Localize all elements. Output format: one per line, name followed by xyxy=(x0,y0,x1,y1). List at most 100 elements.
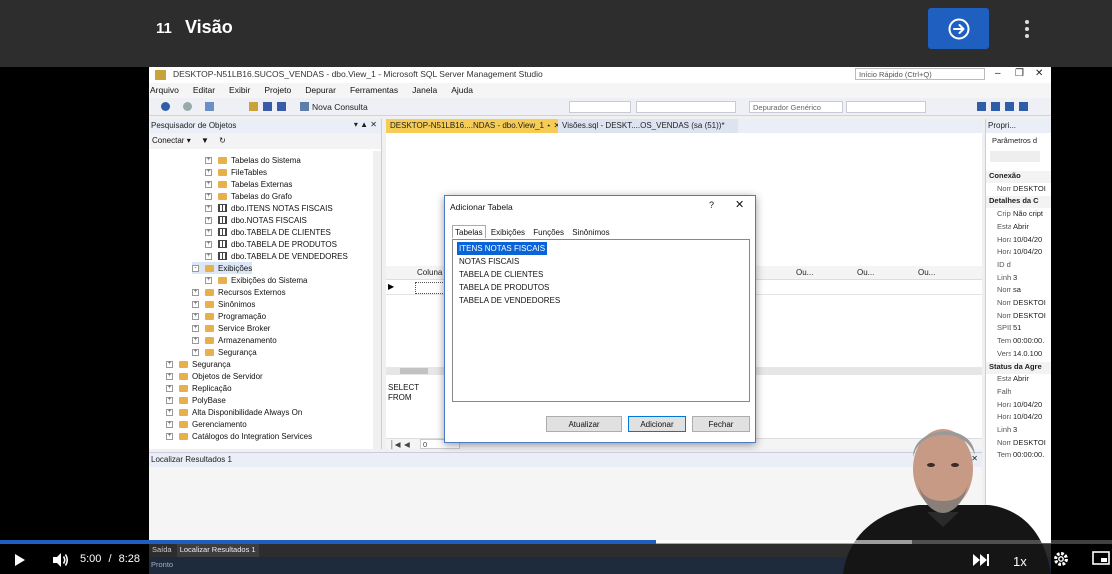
close-button[interactable]: Fechar xyxy=(692,416,750,432)
prev-record-icon[interactable]: ◀ xyxy=(404,440,410,449)
property-row[interactable]: Hora10/04/20 xyxy=(986,400,1051,412)
tree-node[interactable]: + Gerenciamento xyxy=(166,418,247,430)
property-row[interactable]: Versã14.0.100 xyxy=(986,349,1051,361)
filter-icon[interactable]: ▼ xyxy=(201,136,209,145)
tree-node[interactable]: + Objetos de Servidor xyxy=(166,370,263,382)
expand-icon[interactable]: + xyxy=(205,276,212,284)
expand-icon[interactable]: + xyxy=(166,420,173,428)
volume-icon[interactable] xyxy=(50,550,70,574)
close-dialog-icon[interactable]: ✕ xyxy=(735,198,744,211)
tree-node[interactable]: + dbo.TABELA DE VENDEDORES xyxy=(205,250,348,262)
tree-node[interactable]: + dbo.NOTAS FISCAIS xyxy=(205,214,307,226)
next-lesson-button[interactable] xyxy=(928,8,989,49)
expand-icon[interactable]: + xyxy=(166,432,173,440)
expand-icon[interactable]: + xyxy=(205,192,212,200)
tree-node[interactable]: + Tabelas Externas xyxy=(205,178,292,190)
tree-node[interactable]: + Exibições do Sistema xyxy=(205,274,307,286)
new-query-icon[interactable] xyxy=(300,102,309,111)
tree-node[interactable]: + Catálogos do Integration Services xyxy=(166,430,312,442)
settings-gear-icon[interactable] xyxy=(1052,550,1070,573)
expand-icon[interactable]: + xyxy=(205,228,212,236)
tab-exibicoes[interactable]: Exibições xyxy=(488,225,528,238)
expand-icon[interactable]: + xyxy=(192,300,199,308)
dropdown-icon[interactable]: ▾ xyxy=(187,136,191,145)
expand-icon[interactable]: + xyxy=(205,216,212,224)
list-item[interactable]: TABELA DE VENDEDORES xyxy=(457,294,745,307)
play-icon[interactable] xyxy=(12,550,28,574)
expand-icon[interactable]: + xyxy=(205,252,212,260)
add-button[interactable]: Adicionar xyxy=(628,416,686,432)
tree-node[interactable]: + PolyBase xyxy=(166,394,226,406)
tab-visoes-sql[interactable]: Visões.sql - DESKT....OS_VENDAS (sa (51)… xyxy=(558,119,738,133)
list-item[interactable]: NOTAS FISCAIS xyxy=(457,255,745,268)
menu-item[interactable]: Projeto xyxy=(264,83,291,95)
menu-item[interactable]: Janela xyxy=(412,83,437,95)
tree-node[interactable]: + Service Broker xyxy=(192,322,270,334)
property-row[interactable]: Hora10/04/20 xyxy=(986,247,1051,259)
tree-node[interactable]: + Tabelas do Sistema xyxy=(205,154,301,166)
expand-icon[interactable]: + xyxy=(205,240,212,248)
expand-icon[interactable]: + xyxy=(166,360,173,368)
expand-icon[interactable]: + xyxy=(192,324,199,332)
tree-node[interactable]: + dbo.ITENS NOTAS FISCAIS xyxy=(205,202,333,214)
property-row[interactable]: Temp00:00:00. xyxy=(986,336,1051,348)
open-file-icon[interactable] xyxy=(249,102,258,111)
expand-icon[interactable]: + xyxy=(192,336,199,344)
expand-icon[interactable]: + xyxy=(205,180,212,188)
target-select[interactable] xyxy=(846,101,926,113)
designer-results-icon[interactable] xyxy=(1019,102,1028,111)
save-all-icon[interactable] xyxy=(277,102,286,111)
refresh-button[interactable]: Atualizar xyxy=(546,416,622,432)
menu-item[interactable]: Ferramentas xyxy=(350,83,398,95)
list-item[interactable]: ITENS NOTAS FISCAIS xyxy=(457,242,548,255)
tab-sinonimos[interactable]: Sinônimos xyxy=(569,225,612,238)
menu-item[interactable]: Ajuda xyxy=(451,83,473,95)
minimize-icon[interactable]: – xyxy=(995,68,1001,79)
list-item[interactable]: TABELA DE PRODUTOS xyxy=(457,281,745,294)
restore-icon[interactable]: ❐ xyxy=(1015,68,1024,79)
close-window-icon[interactable]: ✕ xyxy=(1035,68,1043,79)
property-row[interactable]: Linha3 xyxy=(986,273,1051,285)
pin-icon[interactable]: ⋆ xyxy=(546,121,551,130)
property-row[interactable]: SPID51 xyxy=(986,323,1051,335)
tree-node[interactable]: + Replicação xyxy=(166,382,232,394)
property-row[interactable]: CriptNão cript xyxy=(986,209,1051,221)
playback-speed-button[interactable]: 1x xyxy=(1013,554,1027,569)
menu-item[interactable]: Arquivo xyxy=(150,83,179,95)
tree-node[interactable]: + Sinônimos xyxy=(192,298,255,310)
skip-forward-icon[interactable] xyxy=(971,550,991,574)
seek-bar[interactable] xyxy=(0,540,1112,544)
designer-sql-icon[interactable] xyxy=(1005,102,1014,111)
tree-node[interactable]: + dbo.TABELA DE CLIENTES xyxy=(205,226,331,238)
property-row[interactable]: ID de xyxy=(986,260,1051,272)
scroll-thumb[interactable] xyxy=(400,368,428,374)
property-row[interactable]: Falha xyxy=(986,387,1051,399)
properties-object-select[interactable]: Parâmetros d xyxy=(992,136,1037,145)
quick-launch-input[interactable]: Início Rápido (Ctrl+Q) xyxy=(855,68,985,80)
new-query-button[interactable]: Nova Consulta xyxy=(312,102,368,112)
tree-node[interactable]: + Tabelas do Grafo xyxy=(205,190,292,202)
tab-view-designer[interactable]: DESKTOP-N51LB16....NDAS - dbo.View_1 ⋆ ✕ xyxy=(386,119,560,133)
connect-button[interactable]: Conectar xyxy=(152,136,184,145)
expand-icon[interactable]: + xyxy=(192,348,199,356)
collapse-icon[interactable]: - xyxy=(192,264,199,272)
menu-item[interactable]: Depurar xyxy=(305,83,336,95)
expand-icon[interactable]: + xyxy=(166,372,173,380)
tree-node[interactable]: - Exibições xyxy=(192,262,253,274)
expand-icon[interactable]: + xyxy=(205,204,212,212)
expand-icon[interactable]: + xyxy=(205,168,212,176)
more-options-icon[interactable] xyxy=(1018,16,1036,42)
pane-controls[interactable]: ▾ ▲ ✕ xyxy=(354,120,377,129)
tree-node[interactable]: + Recursos Externos xyxy=(192,286,286,298)
help-button[interactable]: ? xyxy=(709,200,714,210)
solution-config-select[interactable] xyxy=(569,101,631,113)
property-row[interactable]: Nomsa xyxy=(986,285,1051,297)
forward-icon[interactable] xyxy=(183,102,192,111)
tree-node[interactable]: + Segurança xyxy=(166,358,231,370)
expand-icon[interactable]: + xyxy=(192,288,199,296)
platform-select[interactable] xyxy=(636,101,736,113)
new-project-icon[interactable] xyxy=(205,102,214,111)
tree-node[interactable]: + Armazenamento xyxy=(192,334,277,346)
object-explorer-scrollbar[interactable] xyxy=(373,151,381,449)
expand-icon[interactable]: + xyxy=(166,384,173,392)
